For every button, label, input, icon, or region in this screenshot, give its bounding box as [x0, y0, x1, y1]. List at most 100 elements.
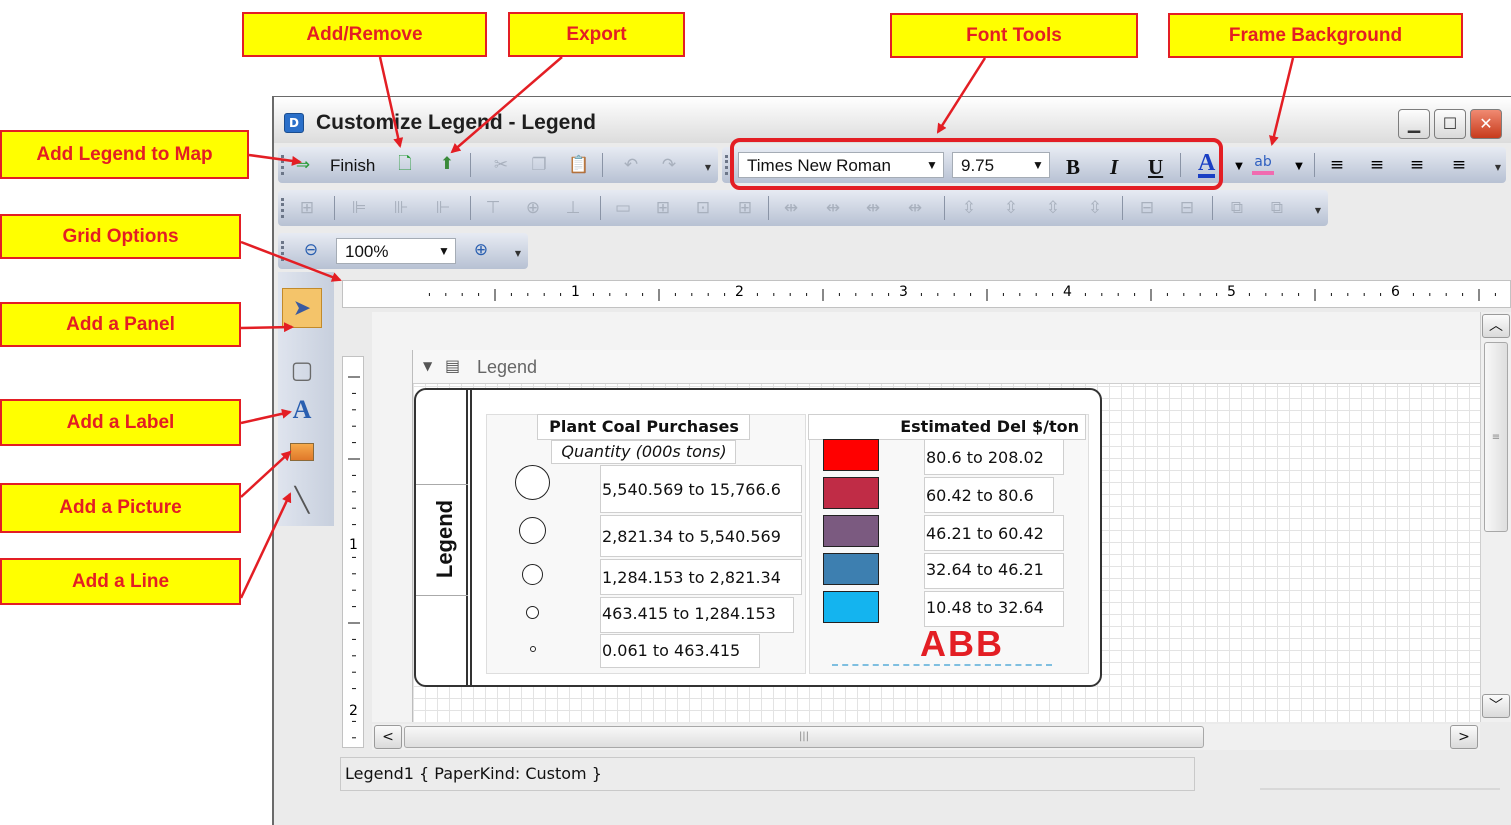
toolbar-separator	[768, 196, 769, 220]
undo-icon[interactable]: ↶	[620, 154, 642, 176]
center-vertically-icon[interactable]: ⊟	[1176, 197, 1198, 219]
collapse-icon[interactable]: ▼	[423, 359, 432, 373]
send-to-back-icon[interactable]: ⧉	[1266, 197, 1288, 219]
center-horizontally-icon[interactable]: ⊟	[1136, 197, 1158, 219]
align-lefts-icon[interactable]: ⊫	[348, 197, 370, 219]
callout-add-panel: Add a Panel	[0, 302, 241, 347]
scroll-left-icon[interactable]: <	[374, 725, 402, 749]
bring-to-front-icon[interactable]: ⧉	[1226, 197, 1248, 219]
toolbar-overflow-icon[interactable]: ▼	[514, 249, 522, 267]
plant-row[interactable]: 1,284.153 to 2,821.34	[600, 559, 802, 595]
ruler-number: 2	[735, 284, 744, 300]
align-right-icon[interactable]: ≡	[1406, 154, 1428, 176]
make-same-size-icon[interactable]: ⊞	[734, 197, 756, 219]
toolbar-grip[interactable]	[281, 155, 284, 175]
plant-row[interactable]: 463.415 to 1,284.153	[600, 597, 794, 633]
ruler-number: 4	[1063, 284, 1072, 300]
toolbar-overflow-icon[interactable]: ▼	[1494, 163, 1502, 181]
price-row[interactable]: 60.42 to 80.6	[924, 477, 1054, 513]
close-icon[interactable]: ✕	[1470, 109, 1502, 139]
toolbar-grip[interactable]	[281, 198, 284, 218]
toolbar-grip[interactable]	[725, 155, 728, 175]
vertical-spacing-equal-icon[interactable]: ⇳	[958, 197, 980, 219]
align-tops-icon[interactable]: ⊤	[482, 197, 504, 219]
align-left-icon[interactable]: ≡	[1326, 154, 1348, 176]
price-row[interactable]: 80.6 to 208.02	[924, 439, 1064, 475]
background-color-dropdown-icon[interactable]: ▼	[1288, 155, 1310, 177]
line-tool-icon[interactable]: ╲	[282, 480, 322, 520]
plant-row[interactable]: 2,821.34 to 5,540.569	[600, 515, 802, 557]
price-swatch	[823, 515, 879, 547]
plant-row[interactable]: 0.061 to 463.415	[600, 634, 760, 668]
export-icon[interactable]: ⬆	[436, 153, 458, 175]
ruler-number: 1	[571, 284, 580, 300]
background-color-icon[interactable]: ab	[1252, 153, 1274, 175]
picture-tool-icon[interactable]	[282, 432, 322, 472]
scroll-thumb[interactable]: ≡	[1484, 342, 1508, 532]
abb-logo[interactable]: ABB	[920, 625, 1004, 663]
legend-title[interactable]: Legend	[432, 494, 458, 584]
price-header[interactable]: Estimated Del $/ton	[808, 414, 1086, 440]
scroll-thumb[interactable]: |||	[404, 726, 1204, 748]
vertical-spacing-decrease-icon[interactable]: ⇳	[1042, 197, 1064, 219]
status-separator	[1260, 788, 1500, 790]
toolbar-grip[interactable]	[281, 241, 284, 261]
maximize-icon[interactable]: ☐	[1434, 109, 1466, 139]
zoom-out-icon[interactable]: ⊖	[300, 239, 322, 261]
horizontal-spacing-decrease-icon[interactable]: ⇹	[862, 197, 884, 219]
size-to-grid-icon[interactable]: ⊡	[692, 197, 714, 219]
make-same-width-icon[interactable]: ▭	[612, 197, 634, 219]
zoom-in-icon[interactable]: ⊕	[470, 239, 492, 261]
scroll-down-icon[interactable]: ﹀	[1482, 694, 1510, 718]
price-swatch	[823, 591, 879, 623]
zoom-select[interactable]: 100% ▼	[336, 238, 456, 264]
band-header: ▼ ▤ Legend	[413, 350, 1482, 384]
align-center-icon[interactable]: ≡	[1366, 154, 1388, 176]
plant-subheader[interactable]: Quantity (000s tons)	[551, 440, 736, 464]
align-rights-icon[interactable]: ⊩	[432, 197, 454, 219]
price-row[interactable]: 46.21 to 60.42	[924, 515, 1064, 551]
horizontal-spacing-equal-icon[interactable]: ⇹	[780, 197, 802, 219]
scroll-right-icon[interactable]: >	[1450, 725, 1478, 749]
plant-header[interactable]: Plant Coal Purchases	[537, 414, 750, 440]
toolbar-separator	[1314, 153, 1315, 177]
quantity-symbol-icon	[515, 465, 550, 500]
price-swatch	[823, 553, 879, 585]
minimize-icon[interactable]: ▁	[1398, 109, 1430, 139]
horizontal-scrollbar[interactable]: < ||| >	[372, 724, 1480, 750]
scroll-up-icon[interactable]: ︿	[1482, 314, 1510, 338]
vertical-spacing-increase-icon[interactable]: ⇳	[1000, 197, 1022, 219]
align-centers-icon[interactable]: ⊪	[390, 197, 412, 219]
align-middles-icon[interactable]: ⊕	[522, 197, 544, 219]
callout-add-remove: Add/Remove	[242, 12, 487, 57]
align-to-grid-icon[interactable]: ⊞	[296, 197, 318, 219]
cut-icon[interactable]: ✂	[490, 154, 512, 176]
chevron-down-icon[interactable]: ▼	[435, 242, 453, 260]
price-swatch	[823, 439, 879, 471]
pointer-tool-icon[interactable]: ➤	[282, 288, 322, 328]
toolbar-overflow-icon[interactable]: ▼	[1314, 206, 1322, 224]
vertical-spacing-remove-icon[interactable]: ⇳	[1084, 197, 1106, 219]
horizontal-spacing-remove-icon[interactable]: ⇹	[904, 197, 926, 219]
copy-icon[interactable]: ❐	[528, 154, 550, 176]
panel-tool-icon[interactable]: ▢	[282, 350, 322, 390]
toolbar-overflow-icon[interactable]: ▼	[704, 163, 712, 181]
vertical-scrollbar[interactable]: ︿ ≡ ﹀	[1480, 312, 1511, 722]
plant-row[interactable]: 5,540.569 to 15,766.6	[600, 465, 802, 513]
horizontal-spacing-increase-icon[interactable]: ⇹	[822, 197, 844, 219]
callout-add-label: Add a Label	[0, 399, 241, 446]
make-same-height-icon[interactable]: ⊞	[652, 197, 674, 219]
add-remove-icon[interactable]: 🗋	[394, 154, 416, 176]
font-color-dropdown-icon[interactable]: ▼	[1228, 155, 1250, 177]
finish-icon[interactable]: ⇒	[292, 154, 314, 176]
zoom-value: 100%	[345, 242, 389, 261]
main-toolbar: ⇒ Finish 🗋 ⬆ ✂ ❐ 📋 ↶ ↷ ▼	[278, 147, 718, 183]
price-row[interactable]: 32.64 to 46.21	[924, 553, 1064, 589]
finish-button[interactable]: Finish	[330, 156, 375, 176]
redo-icon[interactable]: ↷	[658, 154, 680, 176]
align-bottoms-icon[interactable]: ⊥	[562, 197, 584, 219]
label-tool-icon[interactable]: A	[282, 390, 322, 430]
justify-icon[interactable]: ≡	[1448, 154, 1470, 176]
paste-icon[interactable]: 📋	[568, 154, 590, 176]
price-row[interactable]: 10.48 to 32.64	[924, 591, 1064, 627]
